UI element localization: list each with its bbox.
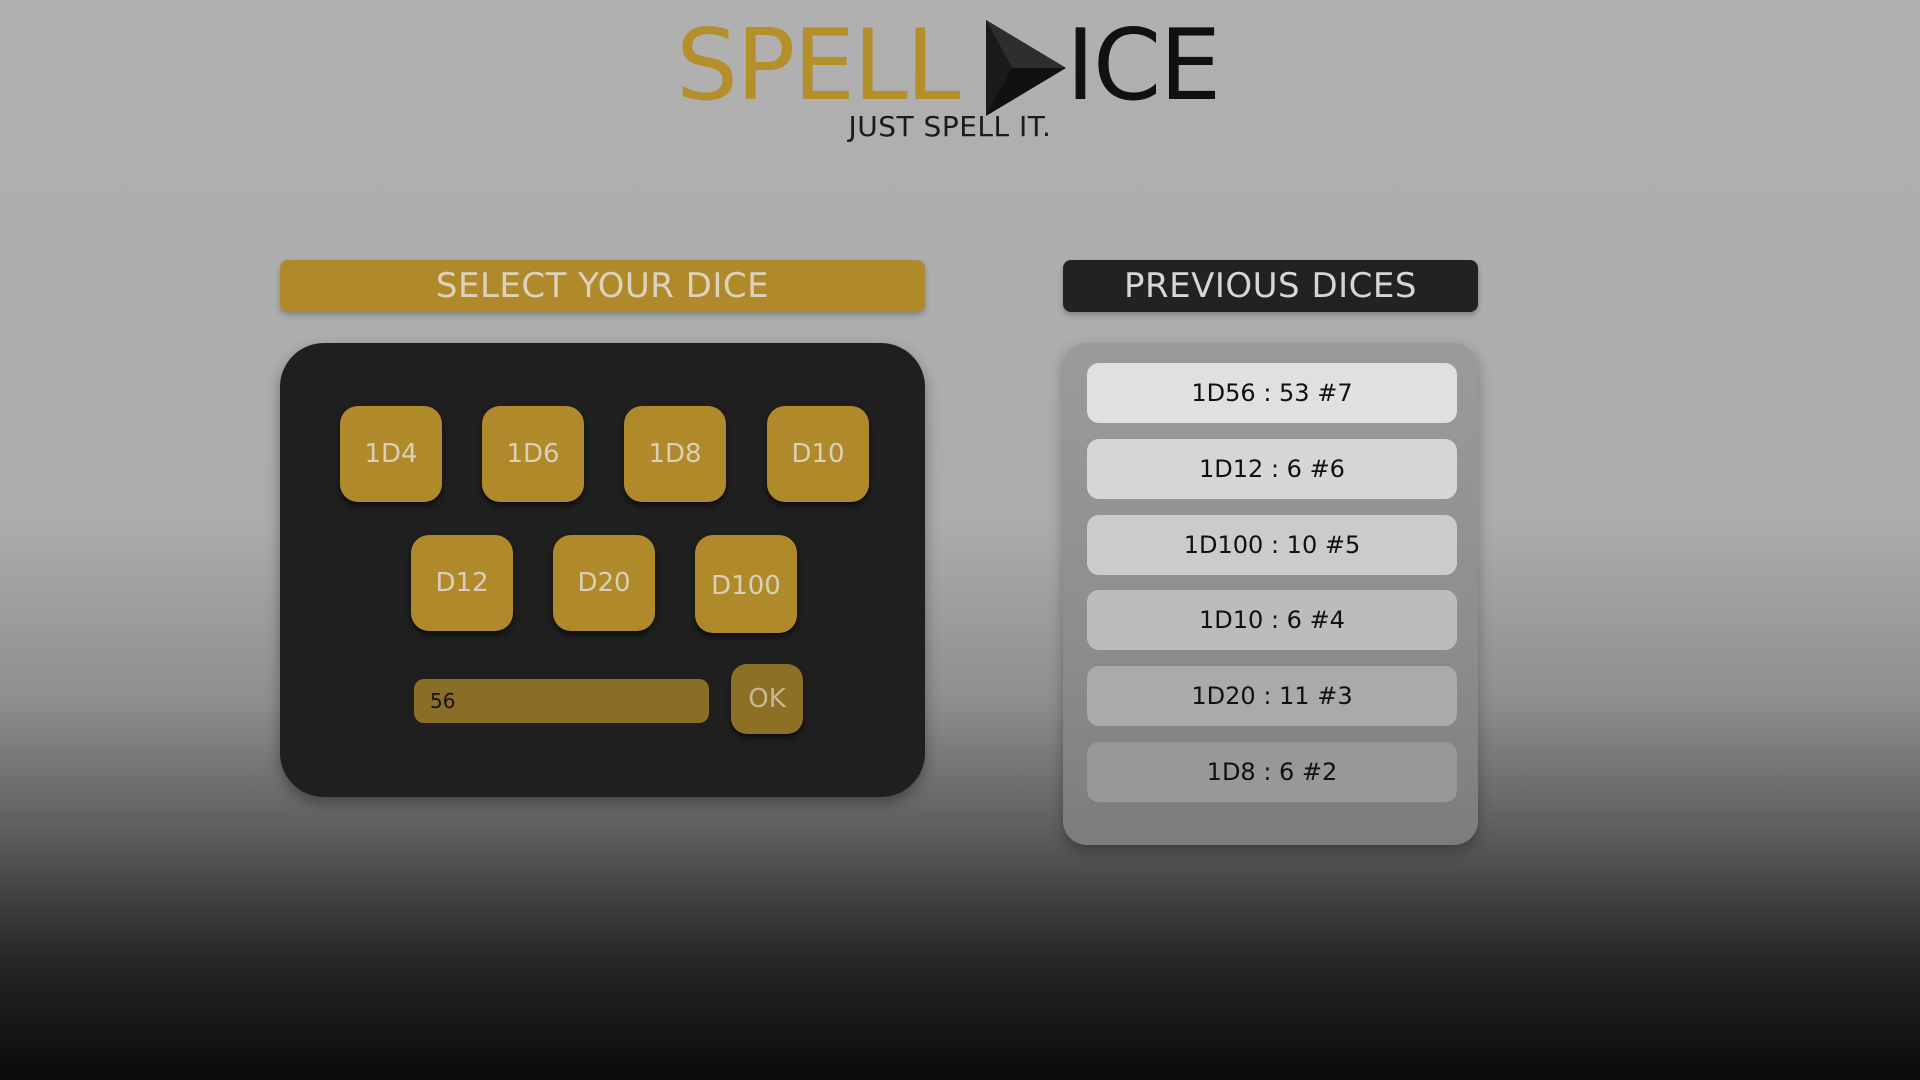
history-item[interactable]: 1D100 : 10 #5	[1087, 515, 1457, 575]
die-button-d12[interactable]: D12	[411, 535, 513, 631]
die-button-1d4[interactable]: 1D4	[340, 406, 442, 502]
logo-word-spell: SPELL	[676, 9, 960, 123]
play-triangle-icon	[986, 20, 1066, 116]
logo-word-ice: ICE	[1066, 9, 1221, 123]
history-panel: 1D56 : 53 #7 1D12 : 6 #6 1D100 : 10 #5 1…	[1063, 343, 1478, 845]
die-button-d10[interactable]: D10	[767, 406, 869, 502]
history-item[interactable]: 1D10 : 6 #4	[1087, 590, 1457, 650]
select-dice-header: SELECT YOUR DICE	[280, 260, 925, 312]
history-item[interactable]: 1D20 : 11 #3	[1087, 666, 1457, 726]
die-button-1d8[interactable]: 1D8	[624, 406, 726, 502]
history-item[interactable]: 1D56 : 53 #7	[1087, 363, 1457, 423]
dice-panel: 1D4 1D6 1D8 D10 D12 D20 D100 OK	[280, 343, 925, 797]
ok-button[interactable]: OK	[731, 664, 803, 734]
logo: SPELL ICE	[676, 6, 1242, 123]
tagline: JUST SPELL IT.	[848, 110, 1052, 143]
previous-dices-header: PREVIOUS DICES	[1063, 260, 1478, 312]
history-item[interactable]: 1D8 : 6 #2	[1087, 742, 1457, 802]
dice-count-input[interactable]	[414, 679, 709, 723]
die-button-d100[interactable]: D100	[695, 535, 797, 633]
die-button-1d6[interactable]: 1D6	[482, 406, 584, 502]
die-button-d20[interactable]: D20	[553, 535, 655, 631]
history-item[interactable]: 1D12 : 6 #6	[1087, 439, 1457, 499]
